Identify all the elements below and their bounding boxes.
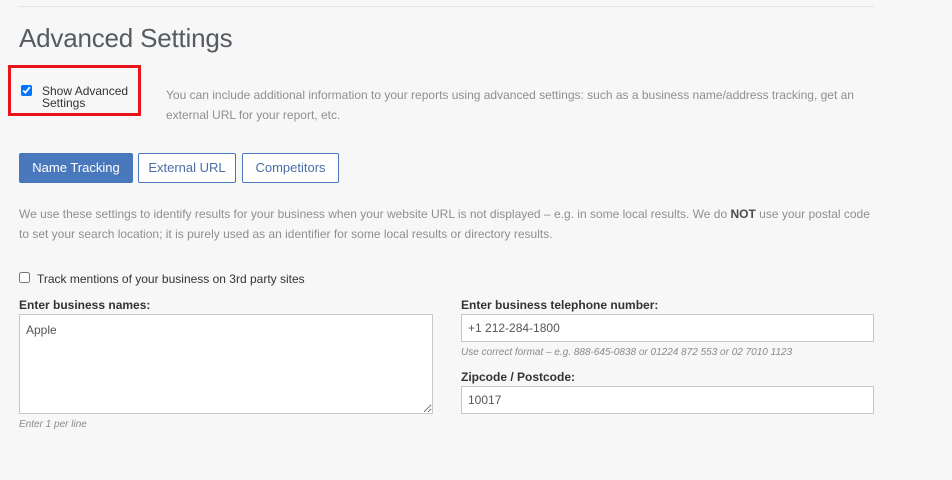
advanced-toggle-highlight: Show Advanced Settings (8, 65, 141, 116)
zipcode-label: Zipcode / Postcode: (461, 370, 576, 384)
business-names-label: Enter business names: (19, 298, 151, 312)
name-tracking-info: We use these settings to identify result… (19, 205, 879, 244)
business-names-hint: Enter 1 per line (19, 419, 87, 430)
business-names-textarea[interactable]: Apple (19, 314, 433, 414)
info-text-before: We use these settings to identify result… (19, 207, 731, 221)
tab-name-tracking[interactable]: Name Tracking (19, 153, 133, 183)
telephone-hint: Use correct format – e.g. 888-645-0838 o… (461, 347, 793, 358)
advanced-description: You can include additional information t… (166, 88, 854, 122)
telephone-label: Enter business telephone number: (461, 298, 659, 312)
show-advanced-checkbox[interactable] (21, 85, 32, 96)
tab-competitors[interactable]: Competitors (242, 153, 339, 183)
track-mentions-checkbox[interactable] (19, 272, 30, 283)
show-advanced-label[interactable]: Show Advanced Settings (42, 85, 137, 109)
zipcode-input[interactable] (461, 386, 874, 414)
top-divider (19, 6, 874, 7)
page-title: Advanced Settings (19, 23, 233, 53)
info-emphasis: NOT (730, 207, 756, 221)
track-mentions-label[interactable]: Track mentions of your business on 3rd p… (37, 272, 305, 286)
tab-external-url[interactable]: External URL (138, 153, 236, 183)
telephone-input[interactable] (461, 314, 874, 342)
